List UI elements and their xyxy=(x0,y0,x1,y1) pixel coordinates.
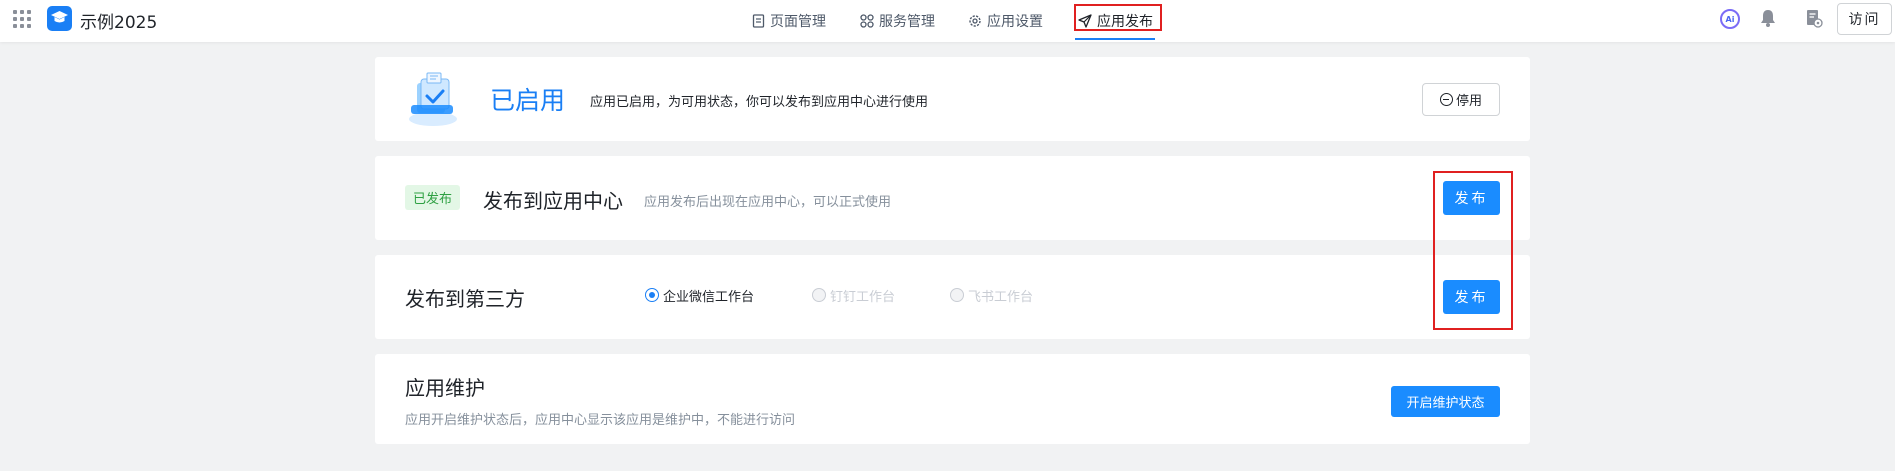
enabled-status-description: 应用已启用，为可用状态，你可以发布到应用中心进行使用 xyxy=(590,95,929,110)
radio-unchecked-icon xyxy=(812,288,826,302)
app-status-card: 已启用 应用已启用，为可用状态，你可以发布到应用中心进行使用 停用 xyxy=(375,57,1530,141)
enable-maintenance-button[interactable]: 开启维护状态 xyxy=(1391,386,1500,417)
publish-app-center-title: 发布到应用中心 xyxy=(483,189,623,213)
apps-menu-icon[interactable] xyxy=(13,10,31,28)
app-logo xyxy=(47,6,72,31)
gear-icon xyxy=(969,15,981,27)
top-bar: 示例2025 页面管理 服务管理 应用设置 应用发布 Ai 访问 xyxy=(0,0,1895,42)
maintenance-description: 应用开启维护状态后，应用中心显示该应用是维护中，不能进行访问 xyxy=(405,413,796,428)
bell-icon[interactable] xyxy=(1759,8,1777,28)
nav-item-service-management[interactable]: 服务管理 xyxy=(860,0,935,42)
radio-label: 钉钉工作台 xyxy=(830,289,896,305)
page-icon xyxy=(752,14,765,28)
disable-button-label: 停用 xyxy=(1455,94,1482,109)
nav-label: 应用设置 xyxy=(987,14,1043,30)
radio-label: 企业微信工作台 xyxy=(663,289,755,305)
active-tab-indicator xyxy=(1075,38,1155,40)
maintenance-card: 应用维护 应用开启维护状态后，应用中心显示该应用是维护中，不能进行访问 开启维护… xyxy=(375,354,1530,444)
nav-item-page-management[interactable]: 页面管理 xyxy=(752,0,826,42)
radio-feishu: 飞书工作台 xyxy=(950,285,1033,305)
ai-label: Ai xyxy=(1725,14,1735,24)
radio-label: 飞书工作台 xyxy=(968,289,1034,305)
nav-label: 服务管理 xyxy=(879,14,935,30)
minus-circle-icon xyxy=(1439,93,1453,106)
enabled-status-title: 已启用 xyxy=(490,86,566,115)
disable-button[interactable]: 停用 xyxy=(1422,83,1500,116)
enabled-status-illustration-icon xyxy=(409,72,457,126)
nav-label: 页面管理 xyxy=(770,14,826,30)
published-badge: 已发布 xyxy=(405,185,461,210)
maintenance-title: 应用维护 xyxy=(405,376,485,400)
highlight-box-nav xyxy=(1074,4,1162,31)
ai-assistant-icon[interactable]: Ai xyxy=(1720,9,1740,29)
nav-item-app-settings[interactable]: 应用设置 xyxy=(968,0,1043,42)
radio-dingtalk: 钉钉工作台 xyxy=(812,285,895,305)
publish-third-party-card: 发布到第三方 企业微信工作台 钉钉工作台 飞书工作台 发布 xyxy=(375,255,1530,339)
publish-third-party-title: 发布到第三方 xyxy=(405,287,525,311)
radio-unchecked-icon xyxy=(950,288,964,302)
app-name: 示例2025 xyxy=(80,13,158,33)
visit-button[interactable]: 访问 xyxy=(1837,3,1892,35)
highlight-box-publish-buttons xyxy=(1433,171,1513,330)
radio-checked-icon xyxy=(645,288,659,302)
publish-app-center-card: 已发布 发布到应用中心 应用发布后出现在应用中心，可以正式使用 发布 xyxy=(375,156,1530,240)
publish-app-center-description: 应用发布后出现在应用中心，可以正式使用 xyxy=(644,195,892,210)
grid-icon xyxy=(860,14,874,28)
document-settings-icon[interactable] xyxy=(1805,8,1823,28)
graduation-cap-icon xyxy=(51,11,68,23)
radio-wecom[interactable]: 企业微信工作台 xyxy=(645,285,754,305)
